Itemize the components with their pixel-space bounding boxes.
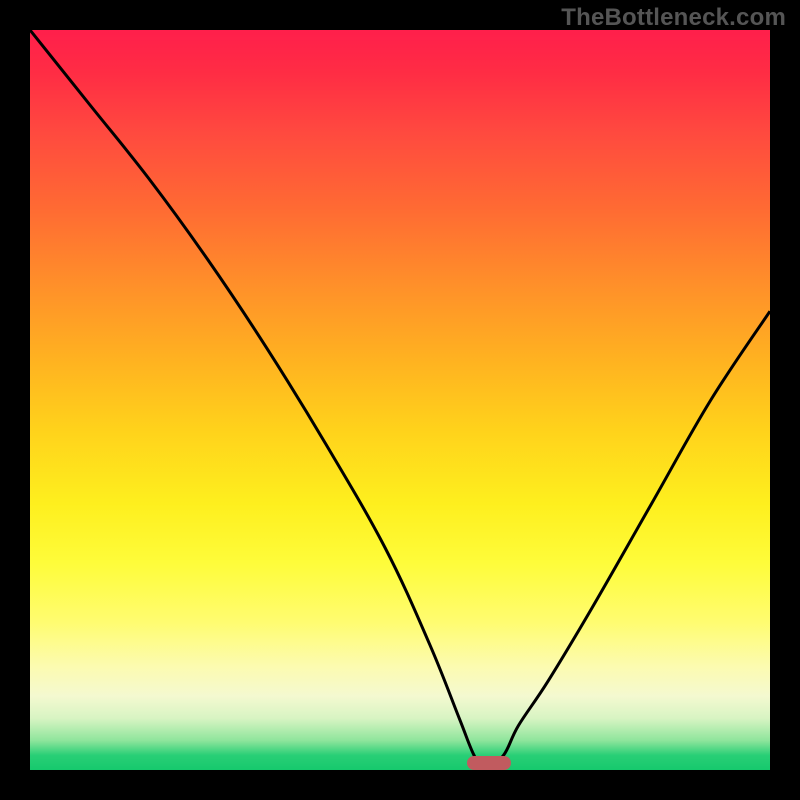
chart-frame: TheBottleneck.com [0,0,800,800]
bottleneck-curve [30,30,770,770]
curve-path [30,30,770,770]
plot-area [30,30,770,770]
optimal-marker [467,756,511,770]
watermark-label: TheBottleneck.com [561,4,786,32]
